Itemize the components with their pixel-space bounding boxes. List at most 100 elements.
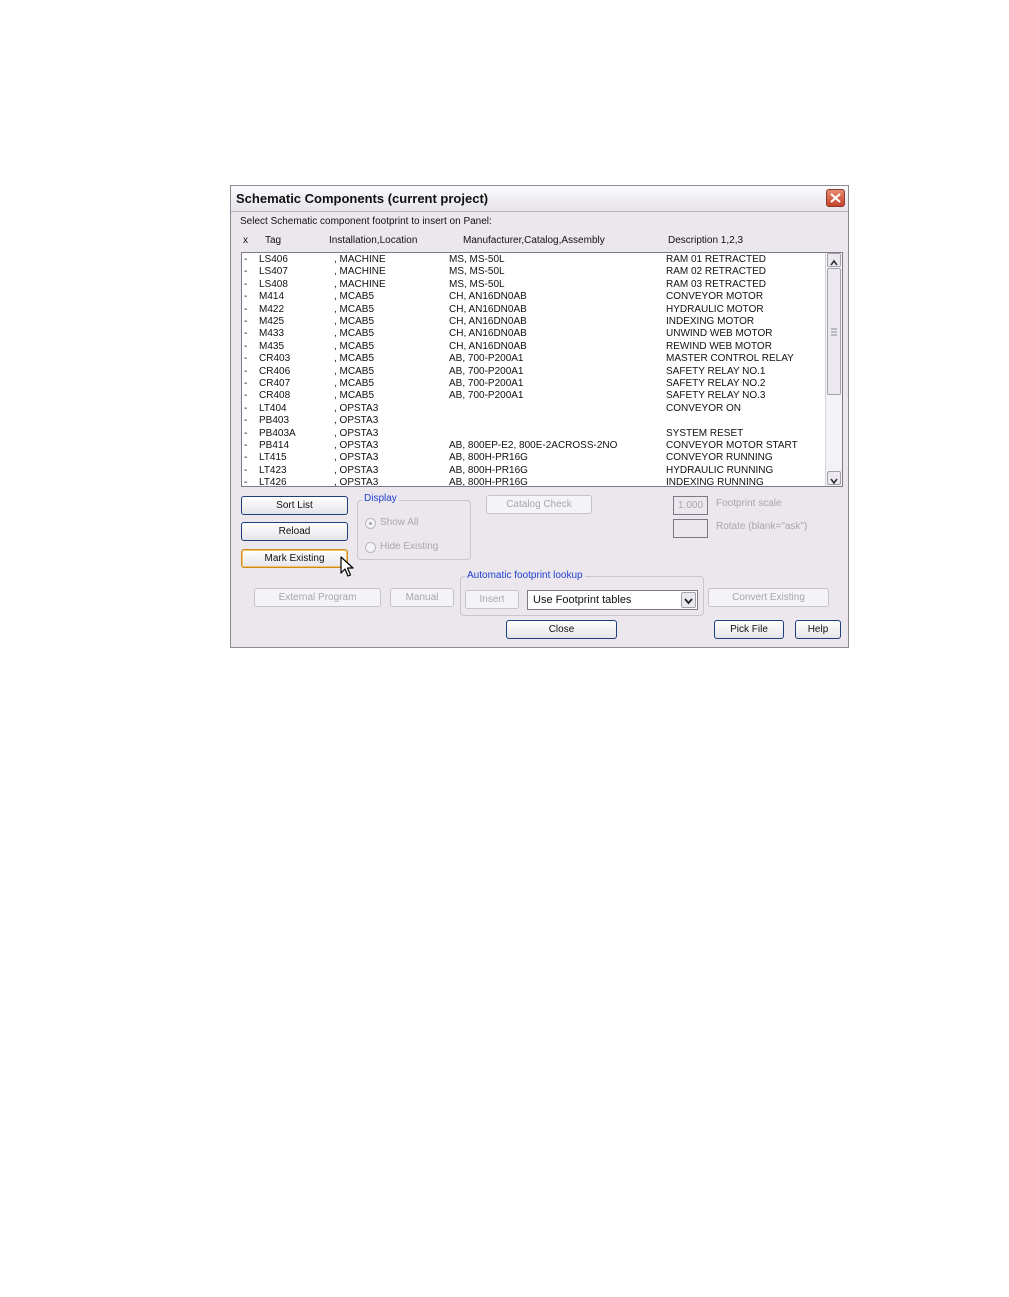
mark-existing-button[interactable]: Mark Existing — [241, 549, 348, 568]
rotate-label: Rotate (blank="ask") — [716, 521, 808, 532]
footprint-scale-input[interactable]: 1.000 — [673, 496, 708, 515]
row-tag: M422 — [259, 303, 285, 315]
rotate-input[interactable] — [673, 519, 708, 538]
list-item[interactable]: - CR407 , MCAB5 AB, 700-P200A1 SAFETY RELAY … — [242, 378, 827, 390]
row-description: HYDRAULIC MOTOR — [666, 303, 764, 315]
list-item[interactable]: - M422 , MCAB5 CH, AN16DN0AB HYDRAULIC MOTOR — [242, 304, 827, 316]
row-location: , OPSTA3 — [334, 415, 379, 427]
row-tag: M425 — [259, 316, 285, 327]
row-tag: M435 — [259, 340, 285, 352]
list-item[interactable]: - LT415 , OPSTA3 AB, 800H-PR16G CONVEYOR RUN… — [242, 452, 827, 464]
row-x: - — [244, 378, 248, 389]
convert-existing-button[interactable]: Convert Existing — [708, 588, 829, 607]
list-item[interactable]: - CR406 , MCAB5 AB, 700-P200A1 SAFETY RELAY … — [242, 366, 827, 378]
row-location: , MCAB5 — [334, 378, 375, 389]
footprint-lookup-select[interactable]: Use Footprint tables — [527, 590, 698, 610]
scroll-up-button[interactable] — [827, 253, 841, 267]
footprint-scale-label: Footprint scale — [716, 498, 782, 509]
row-manufacturer: MS, MS-50L — [449, 266, 505, 278]
row-location: , OPSTA3 — [334, 427, 379, 439]
row-x: - — [244, 464, 248, 476]
row-location: , MCAB5 — [334, 303, 375, 315]
component-list[interactable]: - LS406, MACHINE MS, MS-50L RAM 01 RETRACTE… — [241, 252, 843, 487]
row-location: , MACHINE — [334, 254, 386, 265]
row-location: , MCAB5 — [334, 365, 375, 377]
row-location: , OPSTA3 — [334, 477, 379, 487]
list-item[interactable]: - M433 , MCAB5 CH, AN16DN0AB UNWIND WEB MOTO… — [242, 328, 827, 340]
list-item[interactable]: - PB403A , OPSTA3 SYSTEM RESET — [242, 428, 827, 440]
footprint-lookup-value: Use Footprint tables — [533, 594, 632, 606]
close-icon — [830, 193, 841, 203]
show-all-label: Show All — [380, 517, 419, 528]
hide-existing-radio[interactable] — [365, 542, 376, 553]
row-x: - — [244, 390, 248, 402]
column-header-description[interactable]: Description 1,2,3 — [668, 235, 743, 246]
list-item[interactable]: - LS408 , MACHINE MS, MS-50L RAM 03 RETRACTE… — [242, 279, 827, 291]
column-header-location[interactable]: Installation,Location — [329, 235, 417, 246]
instruction-text: Select Schematic component footprint to … — [240, 216, 492, 227]
dropdown-button[interactable] — [681, 592, 696, 608]
list-item[interactable]: - M425 , MCAB5 CH, AN16DN0AB INDEXING MOTOR — [242, 316, 827, 328]
row-x: - — [244, 340, 248, 352]
row-description: SAFETY RELAY NO.1 — [666, 365, 766, 377]
pick-file-button[interactable]: Pick File — [714, 620, 784, 639]
row-manufacturer: AB, 700-P200A1 — [449, 365, 524, 377]
row-x: - — [244, 266, 248, 278]
row-description: INDEXING MOTOR — [666, 316, 755, 327]
row-location: , MCAB5 — [334, 316, 375, 327]
mouse-pointer-icon — [340, 556, 354, 577]
row-tag: M433 — [259, 328, 285, 340]
list-item[interactable]: - CR408 , MCAB5 AB, 700-P200A1 SAFETY RELAY … — [242, 390, 827, 402]
row-x: - — [244, 452, 248, 464]
help-button[interactable]: Help — [795, 620, 841, 639]
row-manufacturer: MS, MS-50L — [449, 254, 505, 265]
list-item[interactable]: - PB403 , OPSTA3 — [242, 415, 827, 427]
sort-list-button[interactable]: Sort List — [241, 496, 348, 515]
external-program-button[interactable]: External Program — [254, 588, 381, 607]
hide-existing-label: Hide Existing — [380, 541, 439, 552]
chevron-down-icon — [684, 598, 693, 605]
vertical-scrollbar[interactable] — [825, 253, 842, 486]
row-description: REWIND WEB MOTOR — [666, 340, 772, 352]
row-tag: PB403A — [259, 427, 296, 439]
title-bar[interactable]: Schematic Components (current project) — [231, 186, 848, 212]
manual-button[interactable]: Manual — [390, 588, 454, 607]
list-item[interactable]: - PB414 , OPSTA3 AB, 800EP-E2, 800E-2ACROSS… — [242, 440, 827, 452]
close-window-button[interactable] — [826, 189, 845, 207]
scroll-thumb[interactable] — [827, 268, 841, 395]
list-item[interactable]: - LT404 , OPSTA3 CONVEYOR ON — [242, 403, 827, 415]
column-header-tag[interactable]: Tag — [265, 235, 281, 246]
row-manufacturer: AB, 700-P200A1 — [449, 378, 524, 389]
row-manufacturer: CH, AN16DN0AB — [449, 291, 527, 303]
row-description: HYDRAULIC RUNNING — [666, 464, 774, 476]
close-button[interactable]: Close — [506, 620, 617, 639]
reload-button[interactable]: Reload — [241, 522, 348, 541]
row-description: SYSTEM RESET — [666, 427, 744, 439]
row-description: CONVEYOR RUNNING — [666, 452, 773, 464]
schematic-components-dialog: Schematic Components (current project) S… — [230, 185, 849, 648]
list-item[interactable]: - LS407 , MACHINE MS, MS-50L RAM 02 RETRACTE… — [242, 266, 827, 278]
list-item[interactable]: - LS406 , MACHINE MS, MS-50L RAM 01 RETRACTE… — [242, 254, 827, 266]
scroll-down-button[interactable] — [827, 471, 841, 485]
row-manufacturer: AB, 800H-PR16G — [449, 477, 528, 487]
row-x: - — [244, 254, 248, 265]
row-description: UNWIND WEB MOTOR — [666, 328, 773, 340]
dialog-title: Schematic Components (current project) — [236, 191, 489, 206]
row-x: - — [244, 291, 248, 303]
list-item[interactable]: - LT423 , OPSTA3 AB, 800H-PR16G HYDRAULIC RU… — [242, 465, 827, 477]
column-header-manufacturer[interactable]: Manufacturer,Catalog,Assembly — [463, 235, 605, 246]
row-manufacturer: AB, 800H-PR16G — [449, 452, 528, 464]
row-manufacturer: AB, 800H-PR16G — [449, 464, 528, 476]
insert-button[interactable]: Insert — [465, 590, 519, 609]
list-item[interactable]: - M435 , MCAB5 CH, AN16DN0AB REWIND WEB MOTO… — [242, 341, 827, 353]
list-item[interactable]: - LT426 , OPSTA3 AB, 800H-PR16G INDEXING RUN… — [242, 477, 827, 487]
row-x: - — [244, 303, 248, 315]
row-location: , MCAB5 — [334, 340, 375, 352]
column-header-x[interactable]: x — [243, 235, 248, 246]
catalog-check-button[interactable]: Catalog Check — [486, 495, 592, 514]
row-manufacturer: CH, AN16DN0AB — [449, 316, 527, 327]
list-item[interactable]: - CR403 , MCAB5 AB, 700-P200A1 MASTER CONTRO… — [242, 353, 827, 365]
list-item[interactable]: - M414 , MCAB5 CH, AN16DN0AB CONVEYOR MOTOR — [242, 291, 827, 303]
show-all-radio[interactable] — [365, 518, 376, 529]
row-x: - — [244, 402, 248, 414]
